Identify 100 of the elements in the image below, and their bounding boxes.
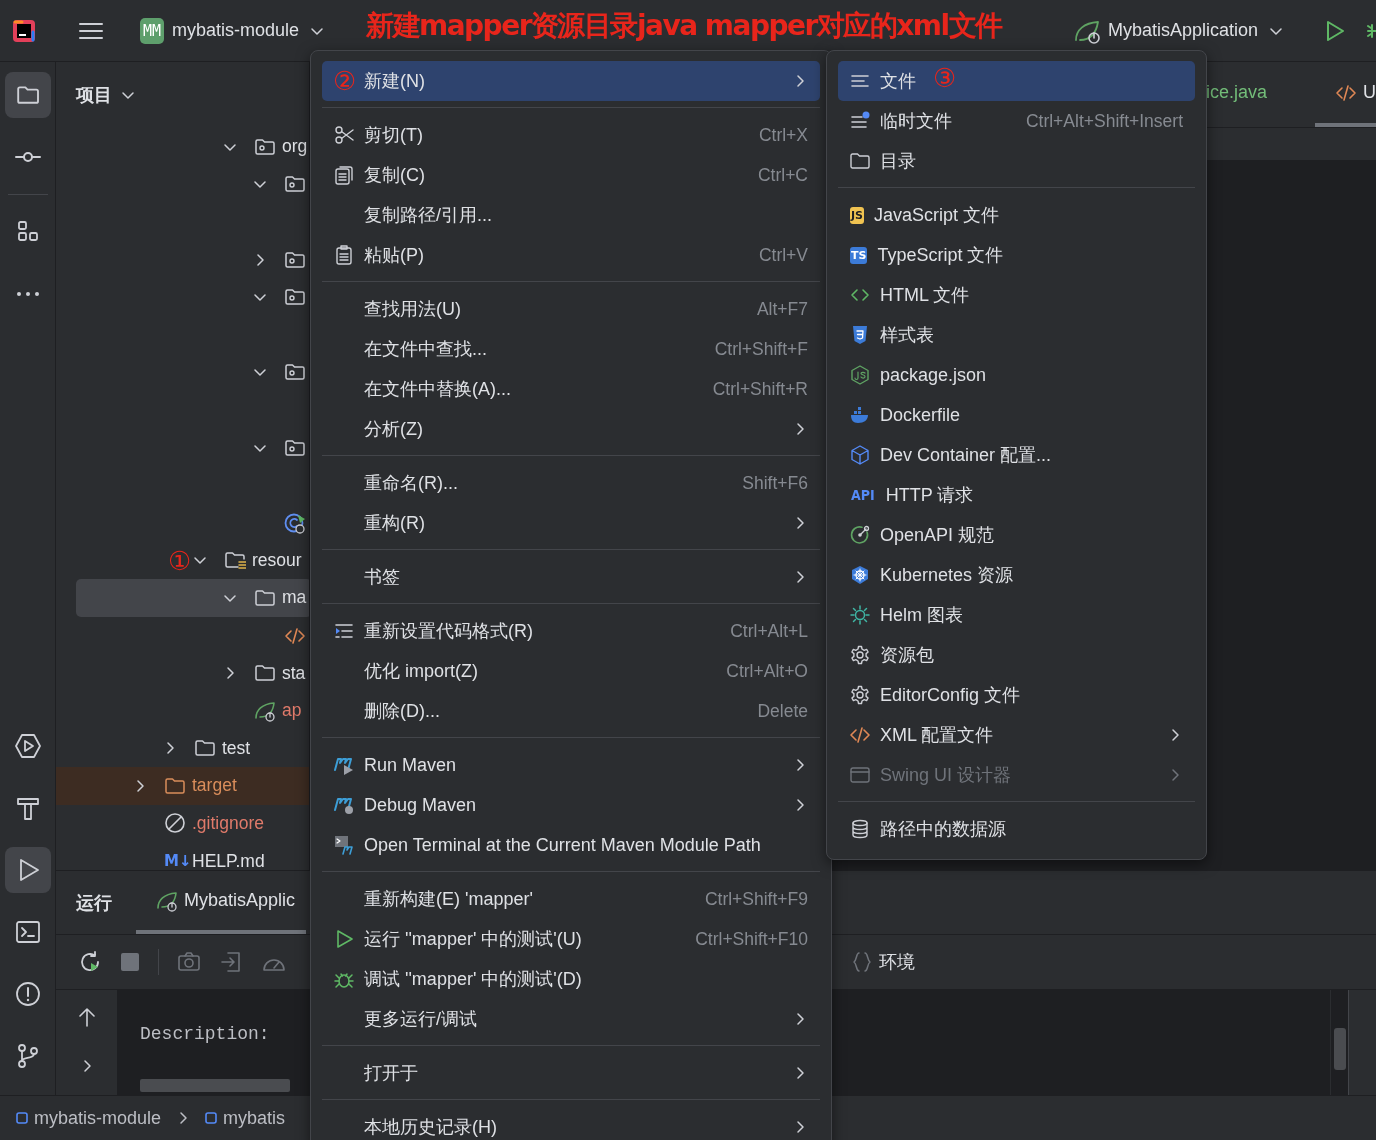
maven-run-icon <box>334 755 354 775</box>
tree-item[interactable]: org <box>222 128 308 166</box>
keyboard-shortcut: Alt+F7 <box>756 298 808 320</box>
tree-item[interactable]: sta <box>222 654 306 692</box>
scrollbar-thumb[interactable] <box>140 1079 290 1092</box>
breadcrumb[interactable]: mybatis <box>205 1107 286 1129</box>
menu-item[interactable]: 路径中的数据源 <box>838 809 1195 849</box>
menu-item[interactable]: 重新设置代码格式(R) Ctrl+Alt+L <box>322 611 820 651</box>
keyboard-shortcut: Ctrl+Shift+R <box>712 378 808 400</box>
keyboard-shortcut: Ctrl+X <box>758 124 808 146</box>
menu-item[interactable]: 剪切(T) Ctrl+X <box>322 115 820 155</box>
menu-item[interactable]: JS JavaScript 文件 <box>838 195 1195 235</box>
gear-icon <box>850 645 870 665</box>
menu-item[interactable]: 复制(C) Ctrl+C <box>322 155 820 195</box>
spring-leaf-icon <box>156 889 178 912</box>
menu-item[interactable]: Dev Container 配置... <box>838 435 1195 475</box>
menu-item[interactable]: 复制路径/引用... <box>322 195 820 235</box>
menu-item[interactable]: 分析(Z) <box>322 409 820 449</box>
exit-icon[interactable] <box>219 950 243 974</box>
copy-icon <box>334 165 354 185</box>
menu-item[interactable]: OpenAPI 规范 <box>838 515 1195 555</box>
editor-tab[interactable]: ice.java <box>1205 62 1267 127</box>
menu-item[interactable]: 调试 ''mapper' 中的测试'(D) <box>322 959 820 999</box>
menu-item[interactable]: 优化 import(Z) Ctrl+Alt+O <box>322 651 820 691</box>
menu-item[interactable]: 查找用法(U) Alt+F7 <box>322 289 820 329</box>
scrollbar-thumb[interactable] <box>1334 1028 1346 1070</box>
menu-item[interactable]: Dockerfile <box>838 395 1195 435</box>
tree-item[interactable]: ma <box>76 579 309 617</box>
xml-tag-icon <box>850 725 870 745</box>
maven-debug-icon <box>334 795 354 815</box>
file-type-icon: API <box>850 485 876 505</box>
menu-item[interactable]: 在文件中查找... Ctrl+Shift+F <box>322 329 820 369</box>
tree-item[interactable]: target <box>56 767 309 805</box>
menu-item[interactable]: EditorConfig 文件 <box>838 675 1195 715</box>
problems-icon <box>13 980 42 1008</box>
breadcrumb[interactable]: mybatis-module <box>16 1107 162 1129</box>
keyboard-shortcut: Shift+F6 <box>742 472 808 494</box>
menu-item[interactable]: Open Terminal at the Current Maven Module Path <box>322 825 820 865</box>
stop-icon[interactable] <box>120 952 140 972</box>
menu-item[interactable]: XML 配置文件 <box>838 715 1195 755</box>
tree-item[interactable]: .gitignore <box>164 804 264 843</box>
menu-item[interactable]: 资源包 <box>838 635 1195 675</box>
run-tool-button[interactable] <box>4 847 51 893</box>
node-hexagon-icon <box>850 365 870 385</box>
run-configuration-selector[interactable]: MybatisApplication <box>1107 20 1258 41</box>
arrow-up-icon[interactable] <box>76 1006 97 1028</box>
tree-item[interactable]: M↓HELP.md <box>164 842 265 870</box>
folder-icon <box>850 151 870 171</box>
terminal-icon <box>334 835 354 855</box>
menu-item[interactable]: 更多运行/调试 <box>322 999 820 1039</box>
menu-item[interactable]: 删除(D)... Delete <box>322 691 820 731</box>
project-folder-tool-button[interactable] <box>4 72 51 118</box>
project-badge: MM <box>140 17 165 44</box>
menu-item[interactable]: 重命名(R)... Shift+F6 <box>322 463 820 503</box>
run-tab[interactable]: MybatisApplic <box>136 871 306 934</box>
gear-icon <box>850 685 870 705</box>
menu-item[interactable]: API HTTP 请求 <box>838 475 1195 515</box>
panel-title: 运行 <box>76 891 112 915</box>
module-icon <box>205 1112 218 1124</box>
camera-icon[interactable] <box>177 950 201 974</box>
menu-item[interactable]: 运行 ''mapper' 中的测试'(U) Ctrl+Shift+F10 <box>322 919 820 959</box>
menu-item[interactable]: Run Maven <box>322 745 820 785</box>
services-icon <box>13 732 42 760</box>
step-marker: ② <box>333 66 357 96</box>
menu-item[interactable]: HTML 文件 <box>838 275 1195 315</box>
step-marker: ③ <box>933 63 957 93</box>
database-icon <box>850 819 870 839</box>
cube-icon <box>850 445 870 465</box>
module-icon <box>16 1112 28 1124</box>
menu-item[interactable]: 在文件中替换(A)... Ctrl+Shift+R <box>322 369 820 409</box>
rerun-icon[interactable] <box>78 950 102 974</box>
menu-item[interactable]: 书签 <box>322 557 820 597</box>
menu-item[interactable]: Debug Maven <box>322 785 820 825</box>
openapi-icon <box>850 525 870 545</box>
clipboard-icon <box>334 245 354 265</box>
menu-item[interactable]: Helm 图表 <box>838 595 1195 635</box>
menu-item[interactable]: 打开于 <box>322 1053 820 1093</box>
menu-item[interactable]: 临时文件 Ctrl+Alt+Shift+Insert <box>838 101 1195 141</box>
project-selector[interactable]: mybatis-module <box>172 20 300 41</box>
keyboard-shortcut: Delete <box>757 700 808 722</box>
scratch-file-icon <box>850 111 870 131</box>
tree-item[interactable]: resour <box>192 541 302 580</box>
menu-item[interactable]: 粘贴(P) Ctrl+V <box>322 235 820 275</box>
braces-icon <box>853 951 871 973</box>
file-type-icon: JS <box>850 206 864 224</box>
step-marker: ① <box>168 546 192 576</box>
menu-item[interactable]: 样式表 <box>838 315 1195 355</box>
keyboard-shortcut: Ctrl+Alt+O <box>726 660 808 682</box>
tree-item[interactable]: ap <box>254 691 302 730</box>
tree-item[interactable]: test <box>162 729 251 768</box>
menu-item[interactable]: 本地历史记录(H) <box>322 1107 820 1140</box>
app-logo-icon <box>12 18 36 43</box>
menu-item[interactable]: 重新构建(E) 'mapper' Ctrl+Shift+F9 <box>322 879 820 919</box>
menu-item[interactable]: 目录 <box>838 141 1195 181</box>
menu-item[interactable]: 重构(R) <box>322 503 820 543</box>
menu-item[interactable]: TS TypeScript 文件 <box>838 235 1195 275</box>
environment-tab[interactable]: 环境 <box>879 950 915 974</box>
menu-item[interactable]: Kubernetes 资源 <box>838 555 1195 595</box>
menu-item[interactable]: package.json <box>838 355 1195 395</box>
format-icon <box>334 621 354 641</box>
